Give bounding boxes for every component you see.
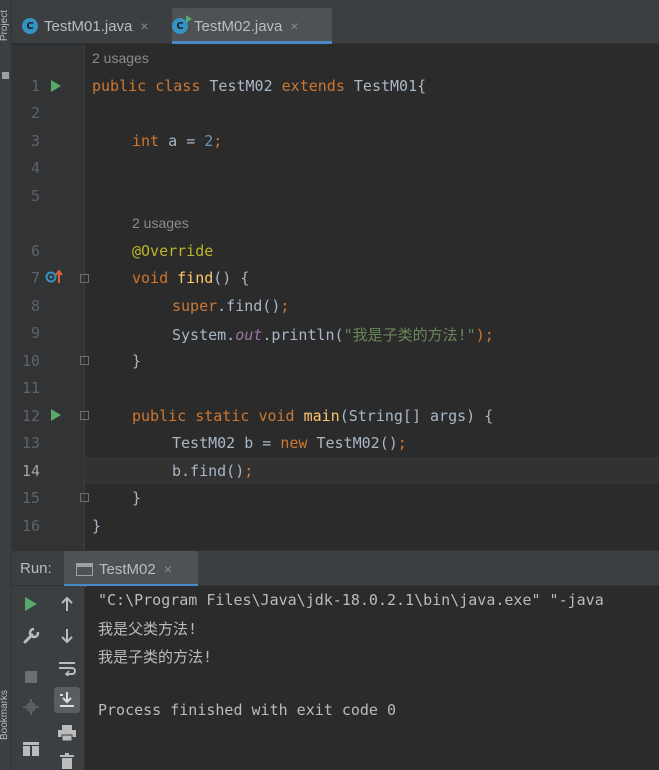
run-toolbar-secondary	[49, 586, 85, 770]
code-line-8: super.find();	[172, 297, 290, 315]
bookmarks-tool-button[interactable]: Bookmarks	[0, 690, 10, 740]
code-editor[interactable]: 1 2 3 4 5 6 7 8 9 10 11 12 13 14 15 16 2…	[12, 45, 659, 550]
line-number: 1	[30, 77, 40, 95]
line-number: 4	[30, 159, 40, 177]
run-gutter-icon[interactable]	[51, 80, 61, 92]
arrow-down-icon[interactable]	[54, 623, 80, 649]
print-icon[interactable]	[54, 720, 80, 746]
run-toolbar-primary	[12, 586, 49, 770]
tab-label: TestM01.java	[44, 17, 133, 35]
code-line-15: }	[132, 489, 142, 507]
tab-testm02[interactable]: C TestM02.java ×	[172, 8, 332, 44]
line-number: 13	[21, 434, 40, 452]
line-number: 2	[30, 104, 40, 122]
console-line: Process finished with exit code 0	[98, 701, 397, 719]
tab-label: TestM02.java	[194, 17, 283, 35]
gutter-divider	[84, 45, 85, 550]
code-line-7: void find() {	[132, 269, 250, 287]
fold-marker-icon[interactable]	[80, 356, 89, 365]
java-runnable-class-icon: C	[172, 15, 192, 34]
run-tool-window-header: Run: TestM02 ×	[12, 550, 659, 587]
trash-icon[interactable]	[54, 748, 80, 770]
close-icon[interactable]: ×	[164, 561, 172, 577]
scroll-to-end-icon[interactable]	[54, 687, 80, 713]
line-number: 10	[21, 352, 40, 370]
project-tool-button[interactable]: Project	[0, 10, 10, 41]
line-number: 6	[30, 242, 40, 260]
rerun-icon[interactable]	[18, 591, 44, 617]
run-tab-label: TestM02	[99, 560, 156, 578]
wrench-icon[interactable]	[18, 623, 44, 649]
debug-settings-icon[interactable]	[18, 694, 44, 720]
stop-icon[interactable]	[18, 664, 44, 690]
editor-tab-bar: C TestM01.java × C TestM02.java ×	[12, 8, 659, 44]
code-line-14: b.find();	[172, 462, 254, 480]
code-line-9: System.out.println("我是子类的方法!");	[172, 326, 494, 344]
line-number: 7	[30, 269, 40, 287]
line-number: 3	[30, 132, 40, 150]
close-icon[interactable]: ×	[290, 18, 298, 34]
terminal-icon	[76, 562, 93, 576]
code-line-13: TestM02 b = new TestM02();	[172, 434, 407, 452]
project-icon	[2, 72, 9, 79]
line-number: 12	[21, 407, 40, 425]
usages-hint[interactable]: 2 usages	[92, 50, 149, 66]
run-gutter-icon[interactable]	[51, 409, 61, 421]
code-line-6: @Override	[132, 242, 214, 260]
code-line-10: }	[132, 352, 142, 370]
line-number-current: 14	[21, 462, 40, 480]
fold-marker-icon[interactable]	[80, 274, 89, 283]
console-line: "C:\Program Files\Java\jdk-18.0.2.1\bin\…	[98, 591, 604, 609]
fold-marker-icon[interactable]	[80, 493, 89, 502]
line-number: 16	[21, 517, 40, 535]
code-line-3: int a = 2;	[132, 132, 223, 150]
left-tool-strip: Project Bookmarks	[0, 0, 12, 770]
code-line-1: public class TestM02 extends TestM01{	[92, 77, 427, 95]
line-number: 8	[30, 297, 40, 315]
console-line: 我是子类的方法!	[98, 648, 213, 666]
run-console-output[interactable]: "C:\Program Files\Java\jdk-18.0.2.1\bin\…	[86, 586, 659, 770]
tab-testm01[interactable]: C TestM01.java ×	[22, 8, 172, 44]
usages-hint[interactable]: 2 usages	[132, 215, 189, 231]
code-line-12: public static void main(String[] args) {	[132, 407, 494, 425]
line-number: 5	[30, 187, 40, 205]
code-line-16: }	[92, 517, 102, 535]
fold-marker-icon[interactable]	[80, 411, 89, 420]
line-number: 9	[30, 324, 40, 342]
run-tab-testm02[interactable]: TestM02 ×	[64, 551, 198, 587]
close-icon[interactable]: ×	[140, 18, 148, 34]
run-label: Run:	[20, 560, 52, 577]
line-number: 11	[21, 379, 40, 397]
java-class-icon: C	[22, 18, 38, 34]
soft-wrap-icon[interactable]	[54, 655, 80, 681]
console-line: 我是父类方法!	[98, 620, 198, 638]
arrow-up-icon[interactable]	[54, 591, 80, 617]
line-number: 15	[21, 489, 40, 507]
overrides-method-icon[interactable]	[45, 270, 63, 284]
title-bar-edge	[12, 0, 659, 8]
layout-icon[interactable]	[18, 736, 44, 762]
